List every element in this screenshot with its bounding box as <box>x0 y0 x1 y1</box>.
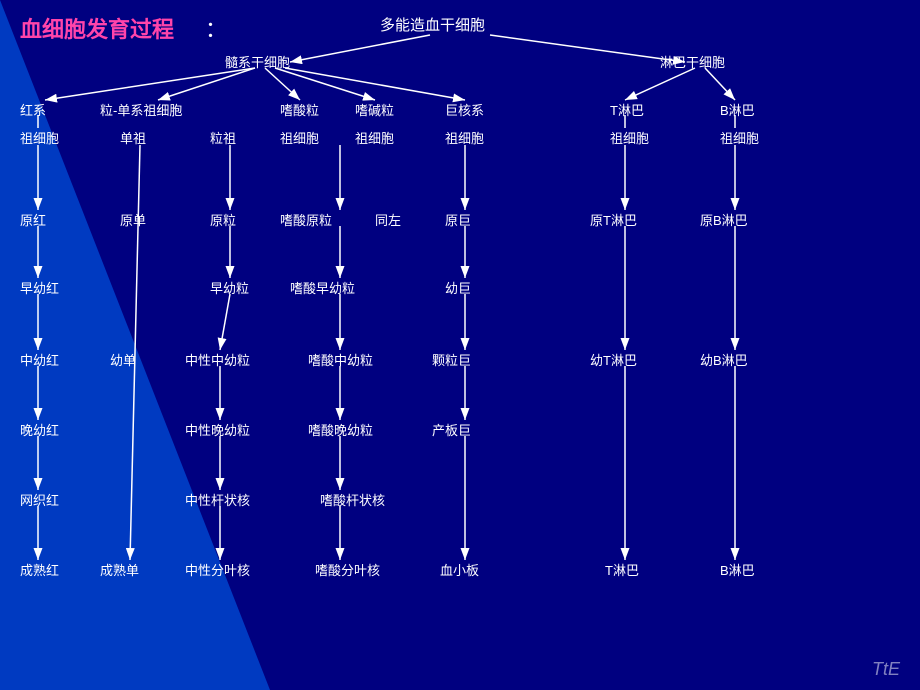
title: 血细胞发育过程 <box>20 12 174 44</box>
proto-b: 原B淋巴 <box>700 210 748 229</box>
progenitor-mono: 单祖 <box>120 128 146 147</box>
band-eosin: 嗜酸杆状核 <box>320 490 385 509</box>
b-cell: B淋巴 <box>720 560 755 579</box>
mid-red: 中幼红 <box>20 350 59 369</box>
late-eosin-gran: 嗜酸晚幼粒 <box>308 420 373 439</box>
early-red: 早幼红 <box>20 278 59 297</box>
progenitor-red: 祖细胞 <box>20 128 59 147</box>
progenitor-b: 祖细胞 <box>720 128 759 147</box>
seg-neut: 中性分叶核 <box>185 560 250 579</box>
eosin-gran: 嗜酸粒 <box>280 100 319 119</box>
proto-red: 原红 <box>20 210 46 229</box>
mature-mono: 成熟单 <box>100 560 139 579</box>
progenitor-mega: 祖细胞 <box>445 128 484 147</box>
young-t: 幼T淋巴 <box>590 350 637 369</box>
retic-red: 网织红 <box>20 490 59 509</box>
seg-eosin: 嗜酸分叶核 <box>315 560 380 579</box>
early-eosin: 嗜酸早幼粒 <box>290 278 355 297</box>
platelet: 血小板 <box>440 560 479 579</box>
proto-mega: 原巨 <box>445 210 471 229</box>
mega-series: 巨核系 <box>445 100 484 119</box>
early-gran: 早幼粒 <box>210 278 249 297</box>
watermark: TtE <box>872 659 900 680</box>
late-red: 晚幼红 <box>20 420 59 439</box>
mid-neut-gran: 中性中幼粒 <box>185 350 250 369</box>
baso-gran: 嗜碱粒 <box>355 100 394 119</box>
progenitor-gran: 粒祖 <box>210 128 236 147</box>
proto-mono: 原单 <box>120 210 146 229</box>
proto-gran: 原粒 <box>210 210 236 229</box>
lymph-stem: 淋巴干细胞 <box>660 52 725 71</box>
gran-mega: 颗粒巨 <box>432 350 471 369</box>
proto-t: 原T淋巴 <box>590 210 637 229</box>
late-neut-gran: 中性晚幼粒 <box>185 420 250 439</box>
young-b: 幼B淋巴 <box>700 350 748 369</box>
band-neut: 中性杆状核 <box>185 490 250 509</box>
t-cell: T淋巴 <box>605 560 639 579</box>
progenitor-t: 祖细胞 <box>610 128 649 147</box>
platelet-mega: 产板巨 <box>432 420 471 439</box>
young-mono: 幼单 <box>110 350 136 369</box>
mid-eosin-gran: 嗜酸中幼粒 <box>308 350 373 369</box>
t-lymph-label: T淋巴 <box>610 100 644 119</box>
multipotent-label: 多能造血干细胞 <box>380 14 485 35</box>
progenitor-eosin: 祖细胞 <box>280 128 319 147</box>
proto-eosin: 嗜酸原粒 <box>280 210 332 229</box>
red-series: 红系 <box>20 100 46 119</box>
marrow-stem: 髓系干细胞 <box>225 52 290 71</box>
gran-mono: 粒-单系祖细胞 <box>100 100 182 119</box>
progenitor-baso: 祖细胞 <box>355 128 394 147</box>
same-left: 同左 <box>375 210 401 229</box>
young-mega: 幼巨 <box>445 278 471 297</box>
title-colon: ： <box>205 12 227 44</box>
b-lymph-label: B淋巴 <box>720 100 755 119</box>
mature-red: 成熟红 <box>20 560 59 579</box>
